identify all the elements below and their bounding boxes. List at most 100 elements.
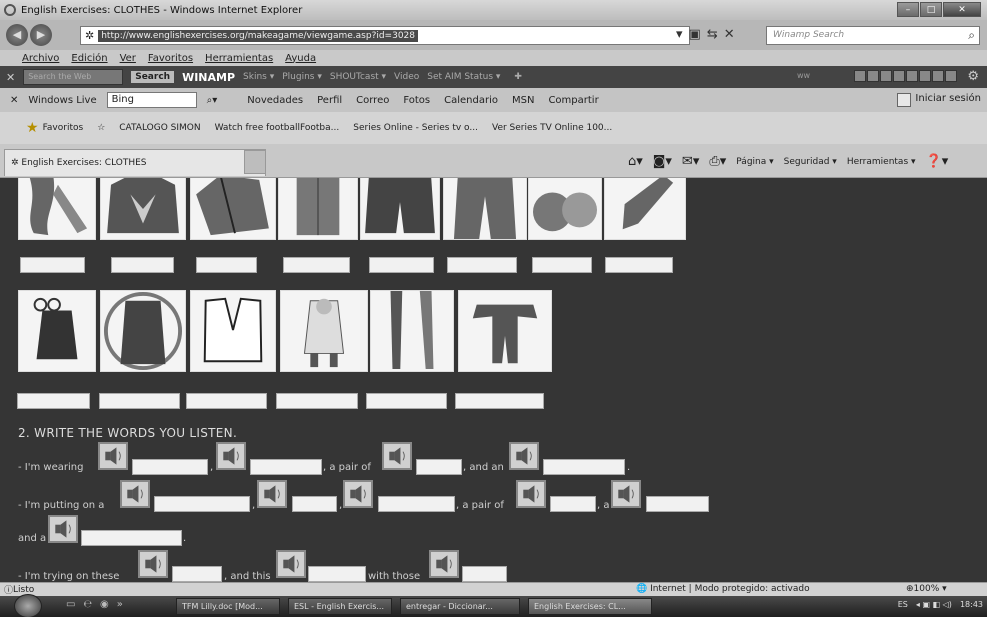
signin-link[interactable]: Iniciar sesión bbox=[915, 93, 981, 104]
close-toolbar-icon[interactable]: ✕ bbox=[6, 71, 15, 84]
feeds-icon[interactable]: ◙▾ bbox=[653, 154, 672, 169]
gear-icon[interactable]: ⚙ bbox=[967, 69, 979, 84]
menu-pagina[interactable]: Página ▾ bbox=[736, 157, 773, 167]
live-link-fotos[interactable]: Fotos bbox=[403, 95, 430, 106]
player-button[interactable] bbox=[893, 70, 905, 82]
answer-input[interactable] bbox=[17, 393, 90, 409]
forward-button[interactable]: ▶ bbox=[30, 24, 52, 46]
favorite-item-ver-series[interactable]: Ver Series TV Online 100... bbox=[492, 123, 612, 133]
winamp-search-button[interactable]: Search bbox=[131, 71, 175, 83]
speaker-icon[interactable] bbox=[382, 442, 412, 470]
speaker-icon[interactable] bbox=[138, 550, 168, 578]
listen-answer-input[interactable] bbox=[154, 496, 250, 512]
new-tab-button[interactable] bbox=[244, 150, 266, 174]
listen-answer-input[interactable] bbox=[132, 459, 208, 475]
player-button[interactable] bbox=[867, 70, 879, 82]
speaker-icon[interactable] bbox=[276, 550, 306, 578]
player-button[interactable] bbox=[932, 70, 944, 82]
add-favorite-icon[interactable]: ☆ bbox=[97, 123, 105, 133]
winamp-search-input[interactable]: Search the Web bbox=[23, 69, 124, 85]
print-icon[interactable]: ⎙▾ bbox=[709, 154, 726, 169]
language-indicator[interactable]: ES bbox=[898, 600, 908, 609]
answer-input[interactable] bbox=[283, 257, 350, 273]
speaker-icon[interactable] bbox=[343, 480, 373, 508]
live-link-correo[interactable]: Correo bbox=[356, 95, 389, 106]
search-input[interactable]: Winamp Search ⌕ bbox=[766, 26, 980, 45]
close-toolbar-icon[interactable]: ✕ bbox=[10, 95, 18, 106]
favorites-button[interactable]: ★ Favoritos bbox=[26, 120, 83, 136]
player-button[interactable] bbox=[945, 70, 957, 82]
live-link-compartir[interactable]: Compartir bbox=[548, 95, 598, 106]
answer-input[interactable] bbox=[99, 393, 180, 409]
bing-search-input[interactable]: Bing bbox=[106, 92, 197, 108]
listen-answer-input[interactable] bbox=[646, 496, 709, 512]
listen-answer-input[interactable] bbox=[462, 566, 507, 582]
search-icon[interactable]: ⌕▾ bbox=[207, 95, 218, 106]
answer-input[interactable] bbox=[366, 393, 447, 409]
windows-live-label[interactable]: Windows Live bbox=[28, 95, 96, 106]
answer-input[interactable] bbox=[447, 257, 517, 273]
winamp-skins[interactable]: Skins ▾ bbox=[243, 72, 274, 82]
start-button[interactable] bbox=[14, 594, 42, 617]
answer-input[interactable] bbox=[532, 257, 592, 273]
menu-herramientas[interactable]: Herramientas bbox=[205, 53, 273, 64]
dropdown-icon[interactable]: ▾ bbox=[676, 27, 683, 42]
answer-input[interactable] bbox=[369, 257, 434, 273]
url-field[interactable]: ✲ http://www.englishexercises.org/makeag… bbox=[80, 26, 690, 45]
minimize-button[interactable]: – bbox=[897, 2, 919, 17]
media-icon[interactable]: ◉ bbox=[100, 599, 109, 610]
listen-answer-input[interactable] bbox=[378, 496, 455, 512]
listen-answer-input[interactable] bbox=[543, 459, 625, 475]
add-button-icon[interactable]: ✚ bbox=[514, 72, 522, 82]
winamp-video[interactable]: Video bbox=[394, 72, 419, 82]
favorite-item-football[interactable]: Watch free footballFootba... bbox=[215, 123, 340, 133]
stop-icon[interactable]: ✕ bbox=[724, 27, 735, 42]
tray-icons[interactable]: ◂ ▣ ◧ ◁) bbox=[916, 600, 952, 609]
clock[interactable]: 18:43 bbox=[960, 600, 983, 609]
player-button[interactable] bbox=[854, 70, 866, 82]
taskbar-button-esl[interactable]: ESL - English Exercis... bbox=[288, 598, 392, 615]
listen-answer-input[interactable] bbox=[81, 530, 182, 546]
speaker-icon[interactable] bbox=[429, 550, 459, 578]
live-link-novedades[interactable]: Novedades bbox=[247, 95, 303, 106]
answer-input[interactable] bbox=[196, 257, 257, 273]
compat-view-icon[interactable]: ▣ bbox=[689, 27, 701, 42]
menu-seguridad[interactable]: Seguridad ▾ bbox=[784, 157, 837, 167]
expand-icon[interactable]: » bbox=[117, 599, 123, 610]
speaker-icon[interactable] bbox=[216, 442, 246, 470]
close-window-button[interactable]: ✕ bbox=[943, 2, 981, 17]
back-button[interactable]: ◀ bbox=[6, 24, 28, 46]
answer-input[interactable] bbox=[276, 393, 358, 409]
speaker-icon[interactable] bbox=[611, 480, 641, 508]
player-button[interactable] bbox=[906, 70, 918, 82]
taskbar-button-english-exercises[interactable]: English Exercises: CL... bbox=[528, 598, 652, 615]
answer-input[interactable] bbox=[605, 257, 673, 273]
player-button[interactable] bbox=[880, 70, 892, 82]
listen-answer-input[interactable] bbox=[308, 566, 366, 582]
winamp-brand[interactable]: WINAMP bbox=[182, 71, 235, 84]
menu-edicion[interactable]: Edición bbox=[71, 53, 107, 64]
live-link-calendario[interactable]: Calendario bbox=[444, 95, 498, 106]
speaker-icon[interactable] bbox=[120, 480, 150, 508]
menu-herramientas-cmd[interactable]: Herramientas ▾ bbox=[847, 157, 916, 167]
maximize-button[interactable]: □ bbox=[920, 2, 942, 17]
winamp-shoutcast[interactable]: SHOUTcast ▾ bbox=[330, 72, 386, 82]
refresh-icon[interactable]: ⇆ bbox=[707, 27, 718, 42]
live-link-perfil[interactable]: Perfil bbox=[317, 95, 342, 106]
answer-input[interactable] bbox=[186, 393, 267, 409]
speaker-icon[interactable] bbox=[509, 442, 539, 470]
answer-input[interactable] bbox=[111, 257, 174, 273]
taskbar-button-diccionario[interactable]: entregar - Diccionar... bbox=[400, 598, 520, 615]
menu-ayuda[interactable]: Ayuda bbox=[285, 53, 316, 64]
menu-archivo[interactable]: Archivo bbox=[22, 53, 59, 64]
help-icon[interactable]: ❓▾ bbox=[926, 154, 949, 169]
tab-english-exercises[interactable]: ✲ English Exercises: CLOTHES bbox=[4, 149, 266, 176]
speaker-icon[interactable] bbox=[257, 480, 287, 508]
ie-quicklaunch-icon[interactable]: ℮ bbox=[83, 599, 92, 610]
taskbar-button-word[interactable]: TFM Lilly.doc [Mod... bbox=[176, 598, 280, 615]
home-icon[interactable]: ⌂▾ bbox=[628, 154, 643, 169]
listen-answer-input[interactable] bbox=[292, 496, 337, 512]
speaker-icon[interactable] bbox=[516, 480, 546, 508]
search-icon[interactable]: ⌕ bbox=[968, 28, 975, 43]
listen-answer-input[interactable] bbox=[416, 459, 462, 475]
